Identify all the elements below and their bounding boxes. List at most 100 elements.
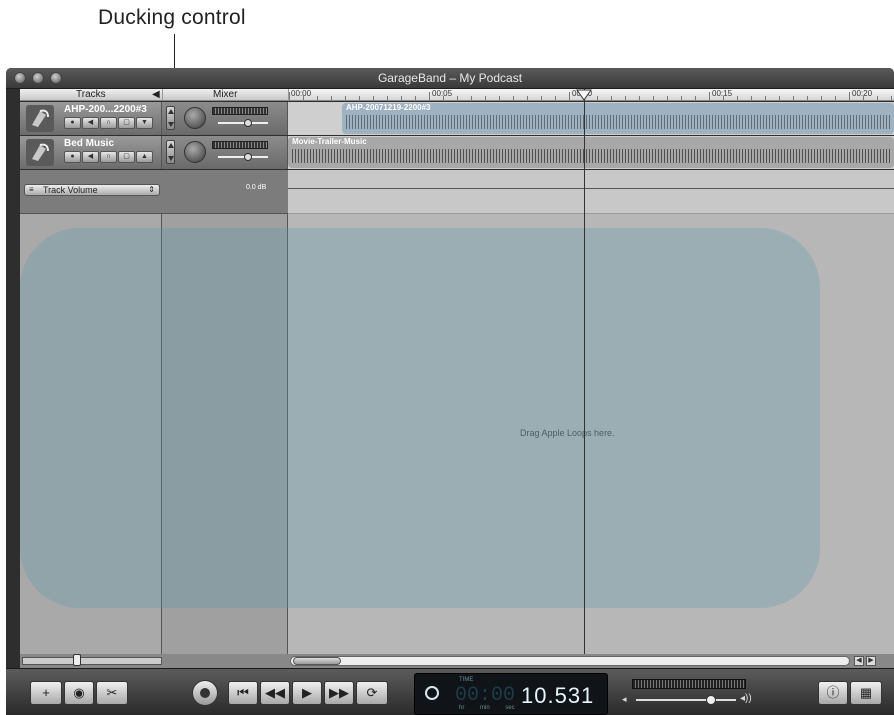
ducking-control[interactable] [166,106,175,130]
eye-icon: ◉ [73,685,85,700]
playhead-handle-icon[interactable] [576,89,592,101]
master-volume-thumb[interactable] [706,695,716,705]
play-button[interactable]: ▶ [292,681,322,705]
ruler-tick [821,96,822,100]
scroll-left-icon[interactable]: ◀ [854,656,864,666]
media-browser-button[interactable]: ▦ [850,681,882,705]
automation-row: Track Volume ⇕ ≡ 0.0 dB [20,170,894,214]
ruler-tick [835,96,836,100]
automation-header: Track Volume ⇕ ≡ 0.0 dB [20,170,288,214]
track-row-voice[interactable]: AHP-200...2200#3 ● ◀ ∩ ▢ ▼ AHP-20071219-… [20,102,894,135]
add-track-button[interactable]: + [30,681,62,705]
volume-curve[interactable] [288,188,894,189]
ruler-tick [303,96,304,100]
volume-slider[interactable] [218,119,268,127]
playhead-line[interactable] [584,89,585,654]
audio-region-music[interactable]: Movie-Trailer-Music [288,137,894,168]
zoom-slider[interactable] [22,654,162,666]
lcd-time: 10.531 [521,683,595,708]
info-button[interactable]: ⓘ [818,681,848,705]
cycle-button[interactable]: ⟳ [356,681,388,705]
transport-bar: + ◉ ✂ ⏮ ◀◀ ▶ ▶▶ ⟳ TIME 00:00 10.531 hr m… [6,668,894,715]
record-button[interactable] [192,680,218,706]
automation-lane[interactable] [288,170,894,214]
mixer-header: Mixer [162,89,288,101]
track-header[interactable]: AHP-200...2200#3 ● ◀ ∩ ▢ ▼ [20,102,162,135]
volume-slider-thumb[interactable] [244,153,252,161]
ruler-tick [317,96,318,100]
ruler-tick [793,96,794,100]
mute-icon[interactable]: ◀ [82,117,99,129]
cycle-icon: ⟳ [366,685,378,700]
pan-knob[interactable] [184,141,206,163]
collapse-mixer-icon[interactable]: ◀ [152,89,160,100]
empty-mixer-area [162,214,288,654]
ruler-tick [709,92,710,100]
solo-headphones-icon[interactable]: ∩ [100,117,117,129]
ruler-tick [513,96,514,100]
ruler-tick [737,96,738,100]
ruler-tick [541,96,542,100]
lcd-display[interactable]: TIME 00:00 10.531 hr min sec [414,673,608,715]
pan-knob[interactable] [184,107,206,129]
track-editor-button[interactable]: ✂ [96,681,128,705]
loop-browser-button[interactable]: ◉ [64,681,94,705]
screenshot-canvas: { "annotation": { "callout": "Ducking co… [0,0,894,715]
horizontal-scrollbar[interactable] [290,656,850,666]
level-meter [212,107,268,115]
rewind-button[interactable]: ◀◀ [260,681,290,705]
automation-db-value: 0.0 dB [246,184,267,191]
volume-slider[interactable] [218,153,268,161]
solo-headphones-icon[interactable]: ∩ [100,151,117,163]
volume-low-icon: ◂ [622,694,627,704]
automation-toggle-icon[interactable]: ▲ [136,151,153,163]
lock-icon[interactable]: ▢ [118,117,135,129]
waveform [292,149,890,163]
automation-parameter-select[interactable]: Track Volume ⇕ ≡ [24,184,160,196]
master-volume-slider[interactable] [636,695,736,705]
scroll-right-icon[interactable]: ▶ [866,656,876,666]
skip-start-icon: ⏮ [237,685,249,700]
clock-icon[interactable] [425,686,439,700]
track-mixer [162,136,288,169]
scissors-icon: ✂ [106,685,118,700]
audio-region-voice[interactable]: AHP-20071219-2200#3 [342,103,894,134]
ruler-tick [681,96,682,100]
track-buttons: ● ◀ ∩ ▢ ▼ [64,117,154,129]
select-arrows-icon: ⇕ [148,185,155,194]
scrollbar-thumb[interactable] [293,657,341,665]
ruler-tick [289,92,290,100]
ruler-tick [891,96,892,100]
fast-forward-button[interactable]: ▶▶ [324,681,354,705]
track-lane[interactable]: Movie-Trailer-Music [288,136,894,169]
empty-timeline-area[interactable]: Drag Apple Loops here. [288,214,894,654]
volume-high-icon: ◂)) [740,693,752,704]
waveform [346,115,890,129]
ruler-tick [387,96,388,100]
ruler-tick [485,96,486,100]
track-buttons: ● ◀ ∩ ▢ ▲ [64,151,154,163]
record-enable-icon[interactable]: ● [64,151,81,163]
track-name: AHP-200...2200#3 [64,104,147,115]
go-to-beginning-button[interactable]: ⏮ [228,681,258,705]
volume-slider-thumb[interactable] [244,119,252,127]
track-lane[interactable]: AHP-20071219-2200#3 [288,102,894,135]
mute-icon[interactable]: ◀ [82,151,99,163]
track-header[interactable]: Bed Music ● ◀ ∩ ▢ ▲ [20,136,162,169]
empty-tracks-area[interactable] [20,214,162,654]
level-meter [212,141,268,149]
ducking-control[interactable] [166,140,175,164]
speaker-icon [26,139,54,166]
garageband-window: GarageBand – My Podcast Tracks ◀ Mixer 0… [6,68,894,715]
zoom-slider-thumb[interactable] [73,654,81,666]
ruler-label-0: 00:00 [291,89,312,98]
track-name: Bed Music [64,138,115,149]
record-enable-icon[interactable]: ● [64,117,81,129]
lock-icon[interactable]: ▢ [118,151,135,163]
automation-toggle-icon[interactable]: ▼ [136,117,153,129]
media-browser-icon: ▦ [859,685,873,700]
track-row-music[interactable]: Bed Music ● ◀ ∩ ▢ ▲ Movie-Trailer-Music [20,136,894,169]
plus-icon: + [42,685,50,700]
ruler-tick [457,96,458,100]
lcd-unit-hr: hr [459,705,465,711]
